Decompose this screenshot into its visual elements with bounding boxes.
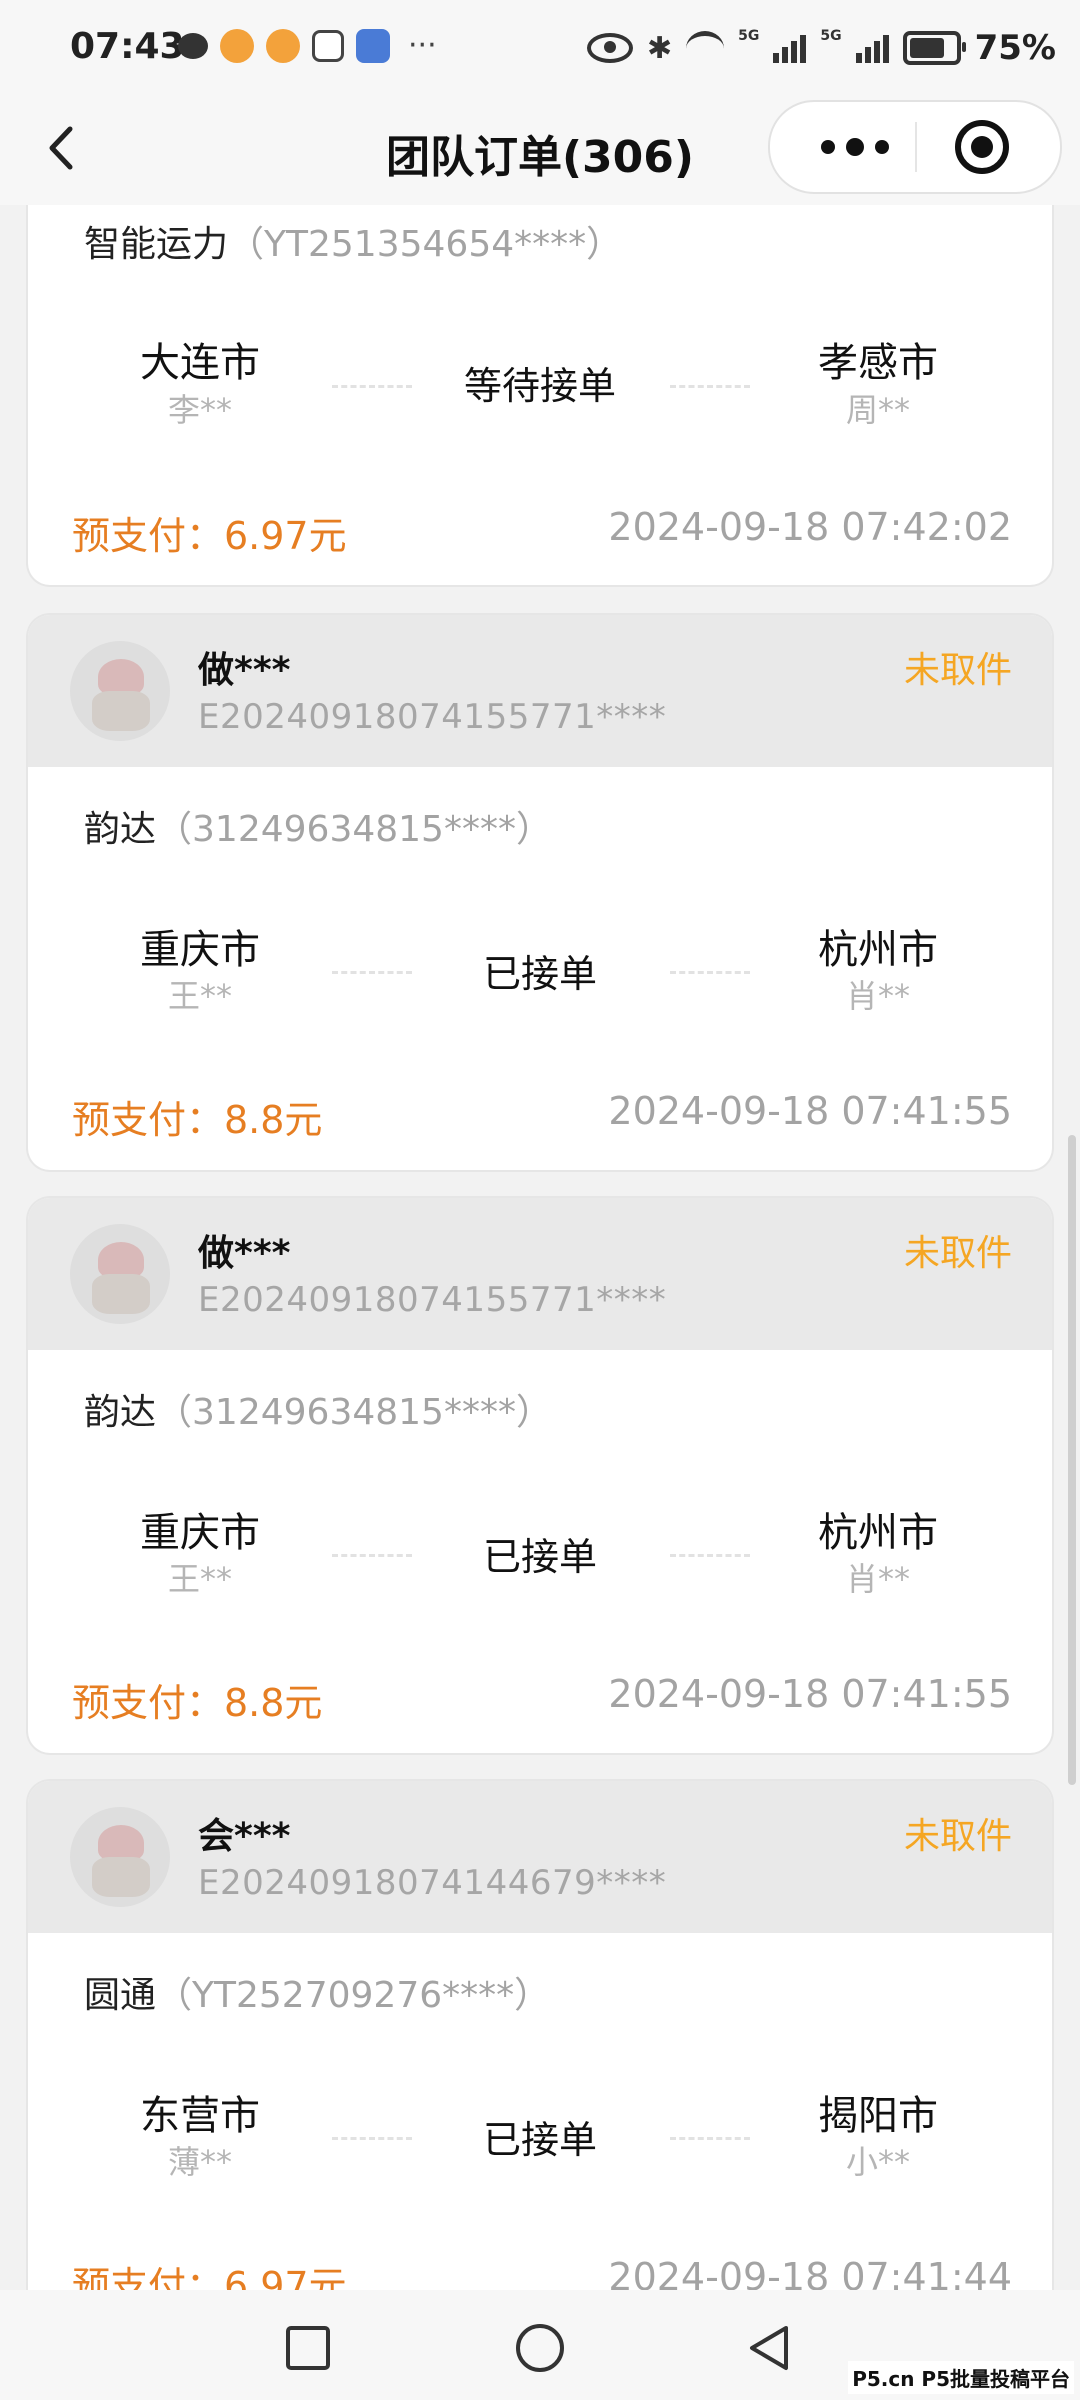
bluetooth-icon: ✱: [647, 30, 673, 66]
route-dash: [332, 1554, 412, 1557]
route-dash: [670, 1554, 750, 1557]
weibo-icon: [266, 28, 300, 63]
order-time: 2024-09-18 07:41:44: [608, 2255, 1012, 2290]
tracking-number: （YT251354654****）: [228, 224, 623, 265]
route-dash: [670, 2137, 750, 2140]
status-badge: 未取件: [903, 1233, 1012, 1274]
sender-name: 薄**: [167, 2143, 232, 2181]
order-flow-status: 等待接单: [463, 364, 616, 408]
order-time: 2024-09-18 07:41:55: [608, 1672, 1012, 1716]
receiver-name: 肖**: [845, 1560, 910, 1598]
capsule-divider: [915, 122, 917, 172]
order-list[interactable]: 智能运力（YT251354654****） 大连市 李** 等待接单 孝感市 周…: [0, 205, 1080, 2290]
wifi-icon: [686, 30, 725, 66]
card-header: 做*** E2024091807415577​1**** 未取件: [28, 615, 1052, 767]
to-city: 杭州市: [818, 927, 938, 973]
avatar: [70, 1224, 170, 1324]
to-city: 揭阳市: [818, 2093, 938, 2139]
user-name: 做***: [198, 650, 291, 691]
scrollbar-thumb[interactable]: [1068, 1135, 1076, 1785]
courier-name: 韵达: [84, 1392, 157, 1433]
eye-icon: [587, 33, 633, 63]
card-header: 做*** E20240918074155771**** 未取件: [28, 1198, 1052, 1350]
network-type: 5G: [738, 28, 760, 44]
order-time: 2024-09-18 07:41:55: [608, 1089, 1012, 1133]
order-card[interactable]: 做*** E2024091807415577​1**** 未取件 韵达（3124…: [28, 615, 1052, 1170]
back-nav-icon[interactable]: [742, 2320, 798, 2376]
sender-name: 王**: [167, 977, 232, 1015]
more-notifications-icon: ···: [408, 28, 437, 63]
order-number: E2024091807415577​1****: [198, 697, 667, 737]
status-badge: 未取件: [903, 650, 1012, 691]
order-flow-status: 已接单: [482, 952, 597, 996]
prepay-amount: 预支付：6.97元: [72, 514, 347, 558]
signal-icon: [855, 33, 889, 63]
nav-bar: 团队订单(306): [0, 95, 1080, 205]
status-bar: 07:43 ··· ✱ 5G 5G 75%: [0, 0, 1080, 95]
sender-name: 王**: [167, 1560, 232, 1598]
network-type: 5G: [820, 28, 842, 44]
message-icon: [178, 32, 208, 59]
notification-icons: ···: [178, 28, 437, 63]
status-time: 07:43: [70, 26, 185, 67]
miniprogram-capsule: [768, 100, 1062, 194]
order-card[interactable]: 会*** E20240918074144679**** 未取件 圆通（YT252…: [28, 1781, 1052, 2290]
system-nav-bar: P5.cn P5批量投稿平台: [0, 2290, 1080, 2400]
courier-row: 韵达（31249634815****）: [84, 1383, 552, 1435]
order-card[interactable]: 智能运力（YT251354654****） 大连市 李** 等待接单 孝感市 周…: [28, 205, 1052, 585]
route-dash: [332, 385, 412, 388]
courier-name: 韵达: [84, 809, 157, 850]
tracking-number: （31249634815****）: [156, 809, 552, 850]
order-flow-status: 已接单: [482, 1535, 597, 1579]
order-flow-status: 已接单: [482, 2118, 597, 2162]
courier-name: 智能运力: [84, 224, 229, 265]
battery-icon: [902, 31, 966, 65]
avatar: [70, 1807, 170, 1907]
order-number: E20240918074155771****: [198, 1280, 667, 1320]
prepay-amount: 预支付：8.8元: [72, 1098, 323, 1142]
receiver-name: 肖**: [845, 977, 910, 1015]
signal-icon: [773, 33, 807, 63]
order-time: 2024-09-18 07:42:02: [608, 505, 1012, 549]
watermark: P5.cn P5批量投稿平台: [848, 2361, 1074, 2394]
more-icon[interactable]: [810, 126, 900, 168]
receiver-name: 周**: [845, 391, 910, 429]
from-city: 东营市: [140, 2093, 260, 2139]
close-miniprogram-icon[interactable]: [952, 117, 1012, 177]
weibo-icon: [220, 28, 254, 63]
route-dash: [670, 385, 750, 388]
courier-row: 圆通（YT252709276****）: [84, 1966, 550, 2018]
route-dash: [670, 971, 750, 974]
courier-row: 智能运力（YT251354654****）: [84, 215, 622, 267]
home-icon[interactable]: [512, 2320, 568, 2376]
tracking-number: （31249634815****）: [156, 1392, 552, 1433]
order-number: E20240918074144679****: [198, 1863, 667, 1903]
route-dash: [332, 2137, 412, 2140]
to-city: 杭州市: [818, 1510, 938, 1556]
battery-percent: 75%: [974, 28, 1056, 68]
sender-name: 李**: [167, 391, 232, 429]
tracking-number: （YT252709276****）: [156, 1975, 551, 2016]
route-dash: [332, 971, 412, 974]
receiver-name: 小**: [845, 2143, 910, 2181]
user-name: 会***: [198, 1816, 291, 1857]
from-city: 重庆市: [140, 927, 260, 973]
from-city: 大连市: [140, 340, 260, 386]
from-city: 重庆市: [140, 1510, 260, 1556]
app-icon: [356, 28, 390, 63]
user-name: 做***: [198, 1233, 291, 1274]
card-header: 会*** E20240918074144679**** 未取件: [28, 1781, 1052, 1933]
recents-icon[interactable]: [280, 2320, 336, 2376]
status-badge: 未取件: [903, 1816, 1012, 1857]
system-icons: ✱ 5G 5G 75%: [587, 28, 1056, 68]
courier-name: 圆通: [84, 1975, 157, 2016]
order-card[interactable]: 做*** E20240918074155771**** 未取件 韵达（31249…: [28, 1198, 1052, 1753]
prepay-amount: 预支付：6.97元: [72, 2264, 347, 2290]
to-city: 孝感市: [818, 340, 938, 386]
avatar: [70, 641, 170, 741]
prepay-amount: 预支付：8.8元: [72, 1681, 323, 1725]
courier-row: 韵达（31249634815****）: [84, 800, 552, 852]
hand-icon: [312, 29, 344, 62]
